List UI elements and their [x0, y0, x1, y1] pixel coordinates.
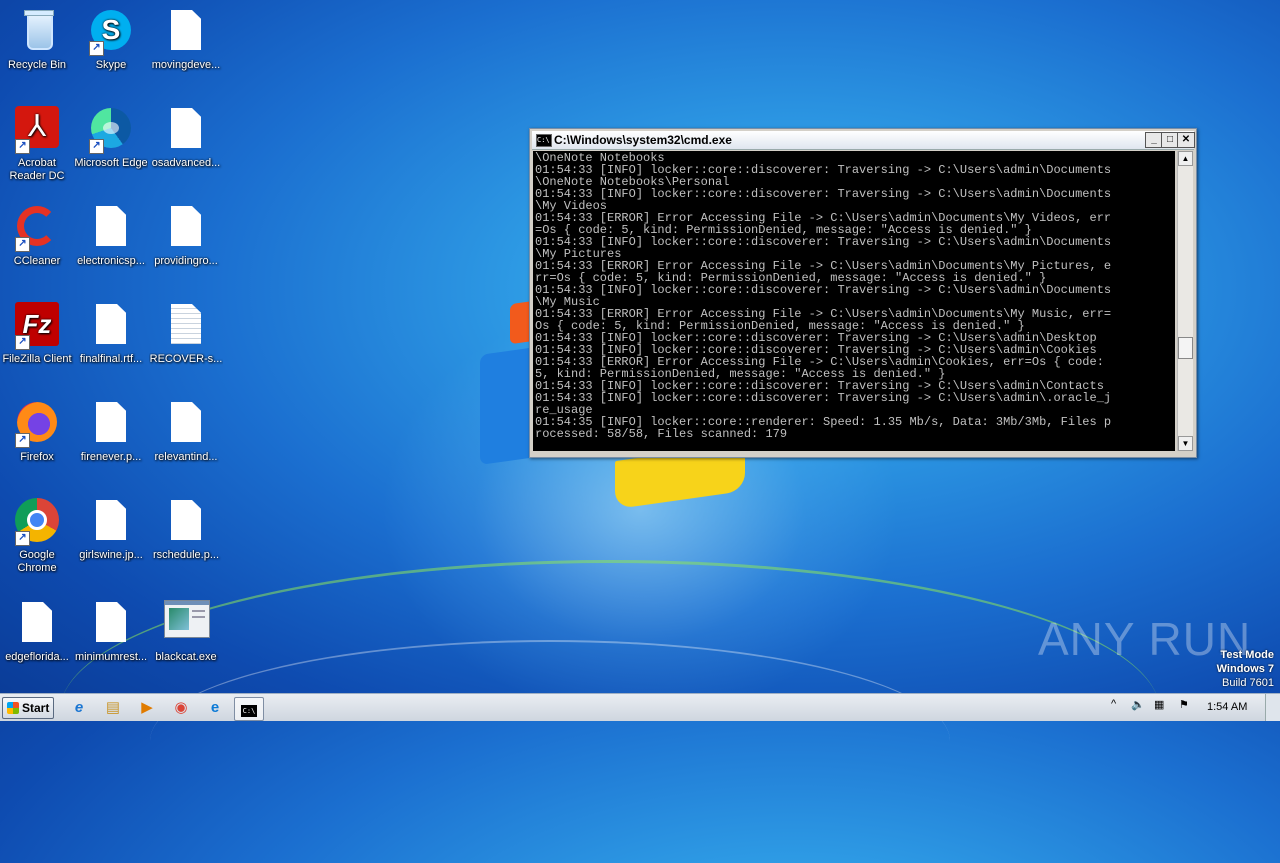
desktop-icon-file[interactable]: electronicsp...: [74, 204, 148, 268]
desktop-icon-file[interactable]: edgeflorida...: [0, 600, 74, 664]
desktop-icon-label: minimumrest...: [74, 651, 148, 663]
desktop-icon-recycle-bin[interactable]: Recycle Bin: [0, 8, 74, 72]
desktop-icon-file[interactable]: firenever.p...: [74, 400, 148, 464]
vertical-scrollbar[interactable]: ▲ ▼: [1177, 151, 1193, 451]
desktop-icon-label: finalfinal.rtf...: [79, 353, 143, 365]
desktop-icon-edge[interactable]: ↗ Microsoft Edge: [74, 106, 148, 170]
recycle-bin-icon: [13, 8, 61, 56]
desktop-icon-label: Acrobat Reader DC: [9, 157, 65, 182]
edge-icon[interactable]: e: [204, 697, 226, 719]
desktop-icon-label: relevantind...: [154, 451, 218, 463]
desktop-icon-file[interactable]: osadvanced...: [149, 106, 223, 170]
desktop-icon-filezilla[interactable]: Fz ↗ FileZilla Client: [0, 302, 74, 366]
wallpaper-arc: [150, 640, 950, 842]
exe-icon: [162, 600, 210, 648]
media-player-icon[interactable]: ▶: [136, 697, 158, 719]
test-mode-notice: Test Mode Windows 7 Build 7601: [1217, 648, 1274, 690]
desktop-icon-label: rschedule.p...: [152, 549, 220, 561]
file-icon: [87, 600, 135, 648]
desktop-icon-file[interactable]: minimumrest...: [74, 600, 148, 664]
cmd-icon: C:\: [241, 705, 257, 717]
desktop-icon-file[interactable]: movingdeve...: [149, 8, 223, 72]
desktop-icon-acrobat[interactable]: ⅄ ↗ Acrobat Reader DC: [0, 106, 74, 183]
cmd-titlebar[interactable]: C:\ C:\Windows\system32\cmd.exe _ □ ✕: [532, 131, 1195, 150]
file-icon: [87, 400, 135, 448]
desktop-icon-text-file[interactable]: RECOVER-s...: [149, 302, 223, 366]
console-output-area[interactable]: \OneNote Notebooks 01:54:33 [INFO] locke…: [533, 151, 1175, 451]
start-button[interactable]: Start: [2, 697, 54, 719]
chrome-icon[interactable]: ◉: [170, 697, 192, 719]
start-label: Start: [22, 701, 50, 715]
desktop-icon-file[interactable]: relevantind...: [149, 400, 223, 464]
close-button[interactable]: ✕: [1177, 132, 1195, 148]
desktop-icon-label: Microsoft Edge: [74, 157, 148, 169]
test-mode-label: Test Mode: [1220, 649, 1274, 661]
desktop-icon-file[interactable]: girlswine.jp...: [74, 498, 148, 562]
desktop-icon-label: blackcat.exe: [155, 651, 217, 663]
filezilla-icon: Fz ↗: [13, 302, 61, 350]
scroll-up-icon[interactable]: ▲: [1178, 151, 1193, 166]
cmd-window-title: C:\Windows\system32\cmd.exe: [554, 133, 732, 147]
desktop-icon-label: FileZilla Client: [2, 353, 72, 365]
desktop-icon-label: Firefox: [20, 451, 54, 463]
desktop-icon-ccleaner[interactable]: ↗ CCleaner: [0, 204, 74, 268]
desktop-icon-firefox[interactable]: ↗ Firefox: [0, 400, 74, 464]
taskbar: Start e ▤ ▶ ◉ e C:\ ^ 🔈 ▦ ⚑ 1:54 AM: [0, 693, 1280, 721]
file-icon: [162, 204, 210, 252]
desktop-icon-label: Recycle Bin: [7, 59, 67, 71]
tray-chevron-icon[interactable]: ^: [1111, 698, 1116, 710]
firefox-icon: ↗: [13, 400, 61, 448]
windows-flag-icon: [7, 702, 19, 714]
edge-icon: ↗: [87, 106, 135, 154]
desktop-icon-label: Skype: [95, 59, 127, 71]
file-icon: [162, 106, 210, 154]
file-icon: [87, 498, 135, 546]
volume-icon[interactable]: 🔈: [1131, 698, 1145, 711]
desktop-icon-file[interactable]: providingro...: [149, 204, 223, 268]
skype-icon: S ↗: [87, 8, 135, 56]
file-icon: [162, 498, 210, 546]
desktop-icon-chrome[interactable]: ↗ Google Chrome: [0, 498, 74, 575]
console-output: \OneNote Notebooks 01:54:33 [INFO] locke…: [535, 151, 1112, 441]
text-file-icon: [162, 302, 210, 350]
desktop-icon-label: girlswine.jp...: [79, 549, 143, 561]
show-desktop-button[interactable]: [1265, 694, 1280, 721]
explorer-folder-icon[interactable]: ▤: [102, 697, 124, 719]
desktop-icon-skype[interactable]: S ↗ Skype: [74, 8, 148, 72]
file-icon: [87, 204, 135, 252]
desktop-icon-label: electronicsp...: [77, 255, 145, 267]
desktop-icon-label: CCleaner: [13, 255, 61, 267]
desktop-icon-blackcat-exe[interactable]: blackcat.exe: [149, 600, 223, 664]
desktop-icon-label: edgeflorida...: [5, 651, 69, 663]
clock[interactable]: 1:54 AM: [1207, 701, 1247, 713]
desktop-icon-file[interactable]: rschedule.p...: [149, 498, 223, 562]
file-icon: [87, 302, 135, 350]
acrobat-icon: ⅄ ↗: [13, 106, 61, 154]
scroll-down-icon[interactable]: ▼: [1178, 436, 1193, 451]
desktop-icon-label: Google Chrome: [17, 549, 57, 574]
internet-explorer-icon[interactable]: e: [68, 697, 90, 719]
action-center-flag-icon[interactable]: ⚑: [1179, 698, 1189, 711]
cmd-icon: C:\: [536, 134, 552, 147]
cmd-taskbar-button[interactable]: C:\: [234, 697, 264, 721]
file-icon: [162, 400, 210, 448]
os-version-label: Windows 7: [1216, 663, 1274, 675]
desktop-icon-label: providingro...: [154, 255, 218, 267]
chrome-icon: ↗: [13, 498, 61, 546]
desktop-icon-label: firenever.p...: [80, 451, 142, 463]
file-icon: [162, 8, 210, 56]
ccleaner-icon: ↗: [13, 204, 61, 252]
desktop-icon-file[interactable]: finalfinal.rtf...: [74, 302, 148, 366]
network-icon[interactable]: ▦: [1154, 698, 1164, 711]
scrollbar-thumb[interactable]: [1178, 337, 1193, 359]
desktop-icon-label: RECOVER-s...: [149, 353, 223, 365]
desktop-icon-label: movingdeve...: [151, 59, 221, 71]
file-icon: [13, 600, 61, 648]
cmd-window[interactable]: C:\ C:\Windows\system32\cmd.exe _ □ ✕ \O…: [529, 128, 1197, 458]
desktop-icon-label: osadvanced...: [151, 157, 221, 169]
build-label: Build 7601: [1222, 677, 1274, 689]
